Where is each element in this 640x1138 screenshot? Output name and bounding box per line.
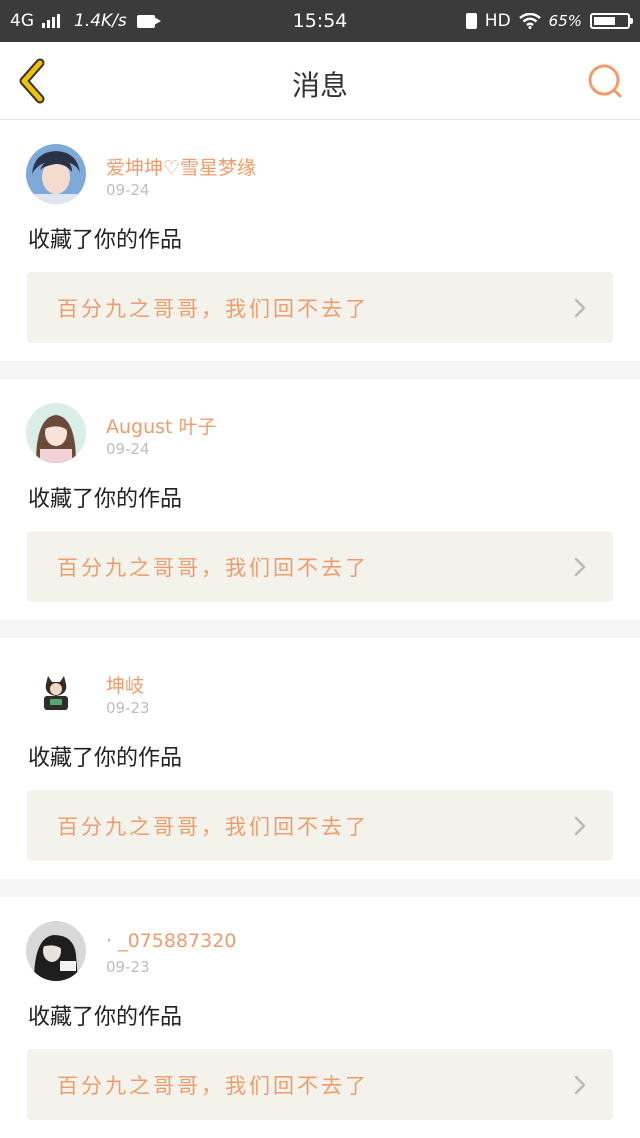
- battery-percent: 65%: [548, 12, 582, 30]
- post-date: 09-23: [106, 958, 150, 976]
- post-date: 09-24: [106, 440, 150, 458]
- post-date: 09-24: [106, 181, 150, 199]
- search-button[interactable]: [586, 62, 624, 100]
- work-title: 百分九之哥哥，我们回不去了: [57, 1073, 369, 1098]
- page-title: 消息: [291, 69, 348, 102]
- work-link[interactable]: 百分九之哥哥，我们回不去了: [27, 1049, 613, 1120]
- search-icon: [588, 64, 622, 98]
- battery-fill: [594, 17, 615, 25]
- work-link[interactable]: 百分九之哥哥，我们回不去了: [27, 272, 613, 343]
- chevron-right-icon: [574, 557, 586, 577]
- nav-bar: 消息: [0, 42, 640, 120]
- message-list: 爱坤坤♡雪星梦缘 09-24 收藏了你的作品 百分九之哥哥，我们回不去了 Aug…: [0, 120, 640, 1138]
- status-left: 4G 1.4K/s: [10, 11, 161, 31]
- network-speed: 1.4K/s: [74, 11, 127, 31]
- chevron-right-icon: [574, 1075, 586, 1095]
- message-header: August 叶子 09-24: [0, 379, 640, 463]
- user-name[interactable]: August 叶子: [106, 412, 217, 439]
- message-card: 坤岐 09-23 收藏了你的作品 百分九之哥哥，我们回不去了: [0, 638, 640, 879]
- message-card: 爱坤坤♡雪星梦缘 09-24 收藏了你的作品 百分九之哥哥，我们回不去了: [0, 120, 640, 361]
- user-name[interactable]: 坤岐: [106, 671, 144, 698]
- network-type: 4G: [10, 11, 34, 31]
- battery-icon: [590, 13, 633, 29]
- action-text: 收藏了你的作品: [28, 1005, 183, 1030]
- work-title: 百分九之哥哥，我们回不去了: [57, 814, 369, 839]
- chevron-right-icon: [574, 816, 586, 836]
- user-name[interactable]: 爱坤坤♡雪星梦缘: [106, 153, 256, 180]
- avatar[interactable]: [26, 403, 86, 463]
- avatar[interactable]: [26, 921, 86, 981]
- video-icon: [136, 14, 161, 28]
- hd-indicator: HD: [484, 11, 511, 31]
- avatar[interactable]: [26, 662, 86, 722]
- clock: 15:54: [292, 10, 348, 32]
- charging-icon: [465, 13, 477, 29]
- signal-icon: [42, 14, 60, 28]
- chevron-right-icon: [574, 298, 586, 318]
- work-link[interactable]: 百分九之哥哥，我们回不去了: [27, 790, 613, 861]
- work-title: 百分九之哥哥，我们回不去了: [57, 555, 369, 580]
- message-card: August 叶子 09-24 收藏了你的作品 百分九之哥哥，我们回不去了: [0, 379, 640, 620]
- user-name[interactable]: · _075887320: [106, 930, 236, 952]
- avatar[interactable]: [26, 144, 86, 204]
- message-header: · _075887320 09-23: [0, 897, 640, 981]
- message-card: · _075887320 09-23 收藏了你的作品 百分九之哥哥，我们回不去了: [0, 897, 640, 1138]
- wifi-icon: [518, 13, 541, 29]
- work-title: 百分九之哥哥，我们回不去了: [57, 296, 369, 321]
- status-bar: 4G 1.4K/s 15:54 HD 65%: [0, 0, 640, 42]
- action-text: 收藏了你的作品: [28, 228, 183, 253]
- post-date: 09-23: [106, 699, 150, 717]
- action-text: 收藏了你的作品: [28, 487, 183, 512]
- action-text: 收藏了你的作品: [28, 746, 183, 771]
- status-right: HD 65%: [465, 11, 633, 31]
- message-header: 坤岐 09-23: [0, 638, 640, 722]
- message-header: 爱坤坤♡雪星梦缘 09-24: [0, 120, 640, 204]
- work-link[interactable]: 百分九之哥哥，我们回不去了: [27, 531, 613, 602]
